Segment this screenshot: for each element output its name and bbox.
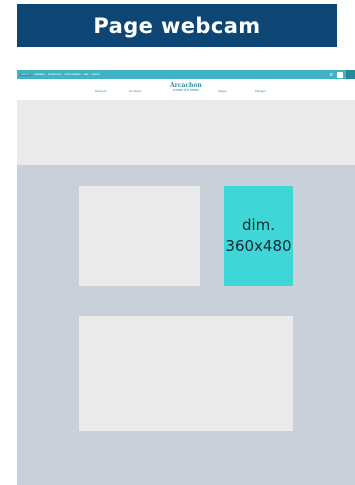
image-placeholder-bottom [79, 316, 293, 431]
topbar-link-events[interactable]: événements [48, 73, 62, 76]
nav-link-discover[interactable]: Découvrir [95, 89, 107, 93]
nav-link-share[interactable]: Partager [255, 89, 266, 93]
dimension-label: dim. [241, 216, 276, 234]
top-navigation-bar: webcam actualités événements infos prati… [17, 70, 355, 79]
settings-icon[interactable]: ⚙ [329, 72, 333, 77]
topbar-link-help[interactable]: aide [84, 73, 89, 76]
topbar-link-practical-info[interactable]: infos pratiques [65, 73, 81, 76]
website-mockup: webcam actualités événements infos prati… [17, 70, 355, 485]
page-title: Page webcam [93, 13, 261, 38]
image-placeholder-left [79, 186, 200, 286]
nav-link-entertain[interactable]: Se divertir [129, 89, 142, 93]
menu-button[interactable] [346, 70, 355, 79]
nav-link-beaches[interactable]: Plages [218, 89, 227, 93]
site-logo[interactable]: Arcachon a wave of a dream [170, 82, 202, 92]
hero-placeholder [17, 100, 355, 165]
topbar-link-news[interactable]: actualités [34, 73, 45, 76]
header-logo-bar: Découvrir Se divertir Arcachon a wave of… [17, 79, 355, 100]
webcam-placeholder: dim. 360x480 [224, 186, 293, 286]
logo-tagline: a wave of a dream [172, 88, 199, 92]
topbar-link-contact[interactable]: contact [92, 73, 100, 76]
topbar-link-webcam[interactable]: webcam [20, 73, 32, 76]
dimension-value: 360x480 [225, 237, 292, 255]
page-title-banner: Page webcam [17, 4, 337, 47]
topbar-tools: ⚙ [329, 70, 355, 79]
content-area: dim. 360x480 [17, 165, 355, 485]
language-selector[interactable] [337, 71, 343, 78]
